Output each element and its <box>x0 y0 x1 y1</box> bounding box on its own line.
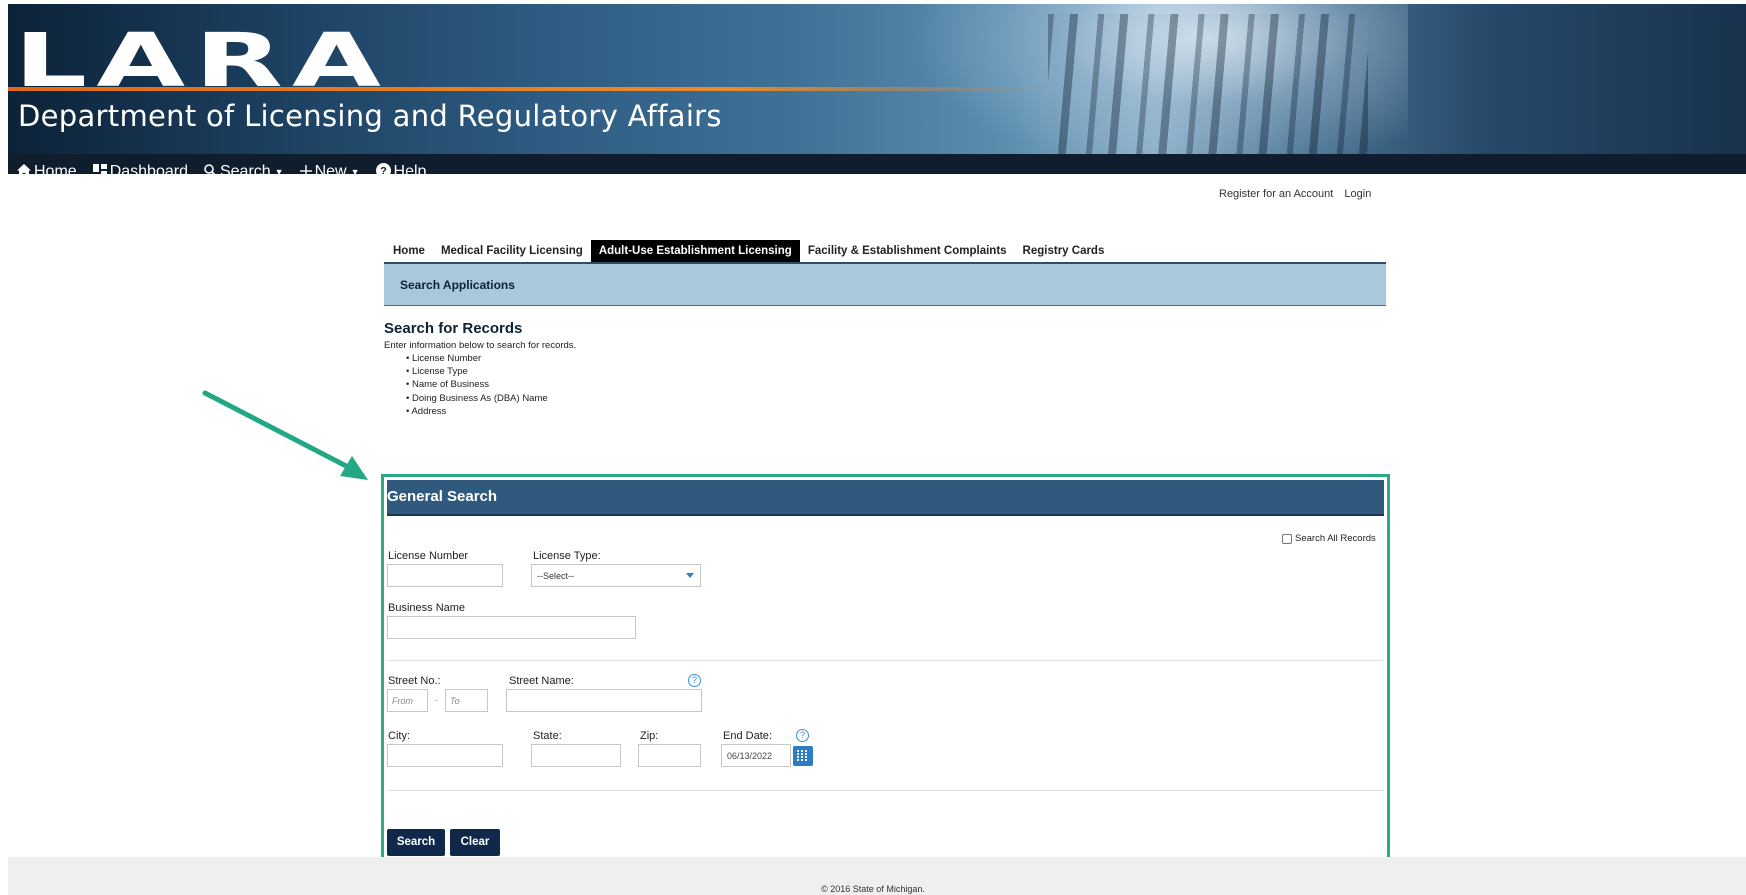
banner-photo-figures <box>1048 14 1368 164</box>
nav-home[interactable]: Home <box>17 163 77 174</box>
records-criteria-list: License Number License Type Name of Busi… <box>406 353 548 419</box>
clear-button[interactable]: Clear <box>450 829 500 856</box>
city-input[interactable] <box>387 744 503 767</box>
tab-facility-establishment-complaints[interactable]: Facility & Establishment Complaints <box>800 240 1015 264</box>
search-all-label: Search All Records <box>1295 533 1376 544</box>
account-links: Register for an Account Login <box>1219 188 1379 200</box>
lara-logo: LARA <box>14 18 391 104</box>
business-name-input[interactable] <box>387 616 636 639</box>
search-button[interactable]: Search <box>387 829 445 856</box>
nav-search[interactable]: Search ▼ <box>204 163 284 174</box>
search-all-checkbox[interactable] <box>1282 533 1292 544</box>
home-icon <box>17 164 31 174</box>
zip-input[interactable] <box>638 744 701 767</box>
chevron-down-icon: ▼ <box>274 167 284 174</box>
general-search-title: General Search <box>387 488 498 505</box>
list-item: Address <box>406 406 548 419</box>
department-title: Department of Licensing and Regulatory A… <box>18 99 722 133</box>
calendar-icon[interactable] <box>793 746 813 766</box>
module-tabs: Home Medical Facility Licensing Adult-Us… <box>385 240 1113 270</box>
license-type-value: --Select-- <box>537 571 575 581</box>
street-name-label: Street Name: <box>509 675 574 687</box>
panel-header: General Search <box>387 480 1384 516</box>
list-item: Doing Business As (DBA) Name <box>406 393 548 406</box>
list-item: License Number <box>406 353 548 366</box>
street-no-from-placeholder: From <box>392 696 413 706</box>
help-icon: ? <box>375 163 391 175</box>
state-input[interactable] <box>531 744 621 767</box>
nav-new-label: New <box>314 163 347 174</box>
annotation-arrow-icon <box>202 390 368 480</box>
zip-label: Zip: <box>640 730 659 742</box>
range-separator: - <box>435 695 438 705</box>
search-all-records[interactable]: Search All Records <box>1282 533 1376 544</box>
chevron-down-icon <box>686 573 694 578</box>
license-number-label: License Number <box>388 550 469 562</box>
street-no-from-input[interactable]: From <box>387 689 428 712</box>
nav-dashboard[interactable]: Dashboard <box>92 163 188 174</box>
nav-home-label: Home <box>34 163 77 174</box>
state-label: State: <box>533 730 562 742</box>
street-name-input[interactable] <box>506 689 702 712</box>
search-applications-link[interactable]: Search Applications <box>400 278 515 292</box>
nav-search-label: Search <box>219 163 271 174</box>
business-name-label: Business Name <box>388 602 466 614</box>
tab-adult-use-establishment-licensing[interactable]: Adult-Use Establishment Licensing <box>590 240 800 270</box>
nav-new[interactable]: New ▼ <box>299 163 360 174</box>
street-no-label: Street No.: <box>388 675 441 687</box>
end-date-help-icon[interactable]: ? <box>796 729 809 742</box>
records-description: Enter information below to search for re… <box>384 340 577 351</box>
search-icon <box>204 164 217 174</box>
general-search-panel: General Search Search All Records Licens… <box>381 474 1390 863</box>
chevron-down-icon: ▼ <box>350 167 360 174</box>
tab-medical-facility-licensing[interactable]: Medical Facility Licensing <box>433 240 591 264</box>
banner-accent-line <box>8 87 1048 91</box>
register-link[interactable]: Register for an Account <box>1219 188 1333 200</box>
site-banner: LARA Department of Licensing and Regulat… <box>8 4 1746 174</box>
footer-copyright: © 2016 State of Michigan. <box>821 884 925 894</box>
list-item: License Type <box>406 366 548 379</box>
street-no-to-placeholder: To <box>450 696 460 706</box>
divider <box>387 660 1384 661</box>
license-type-select[interactable]: --Select-- <box>531 564 701 587</box>
end-date-input[interactable]: 06/13/2022 <box>721 744 791 767</box>
svg-text:?: ? <box>380 166 387 175</box>
dashboard-icon <box>92 163 107 174</box>
street-no-to-input[interactable]: To <box>445 689 488 712</box>
sub-navigation: Search Applications <box>384 262 1386 306</box>
plus-icon <box>299 164 312 174</box>
tab-home[interactable]: Home <box>385 240 433 264</box>
end-date-value: 06/13/2022 <box>727 751 773 761</box>
nav-dashboard-label: Dashboard <box>109 163 188 174</box>
license-number-input[interactable] <box>387 564 503 587</box>
street-name-help-icon[interactable]: ? <box>688 674 701 687</box>
nav-help-label: Help <box>393 163 427 174</box>
divider <box>387 790 1384 791</box>
end-date-label: End Date: <box>723 730 772 742</box>
records-title: Search for Records <box>384 320 523 337</box>
city-label: City: <box>388 730 410 742</box>
list-item: Name of Business <box>406 379 548 392</box>
top-navigation: Home Dashboard Search ▼ New ▼ ? Help <box>8 154 1746 174</box>
login-link[interactable]: Login <box>1344 188 1371 200</box>
nav-help[interactable]: ? Help <box>375 163 427 175</box>
license-type-label: License Type: <box>533 550 601 562</box>
tab-registry-cards[interactable]: Registry Cards <box>1015 240 1113 264</box>
